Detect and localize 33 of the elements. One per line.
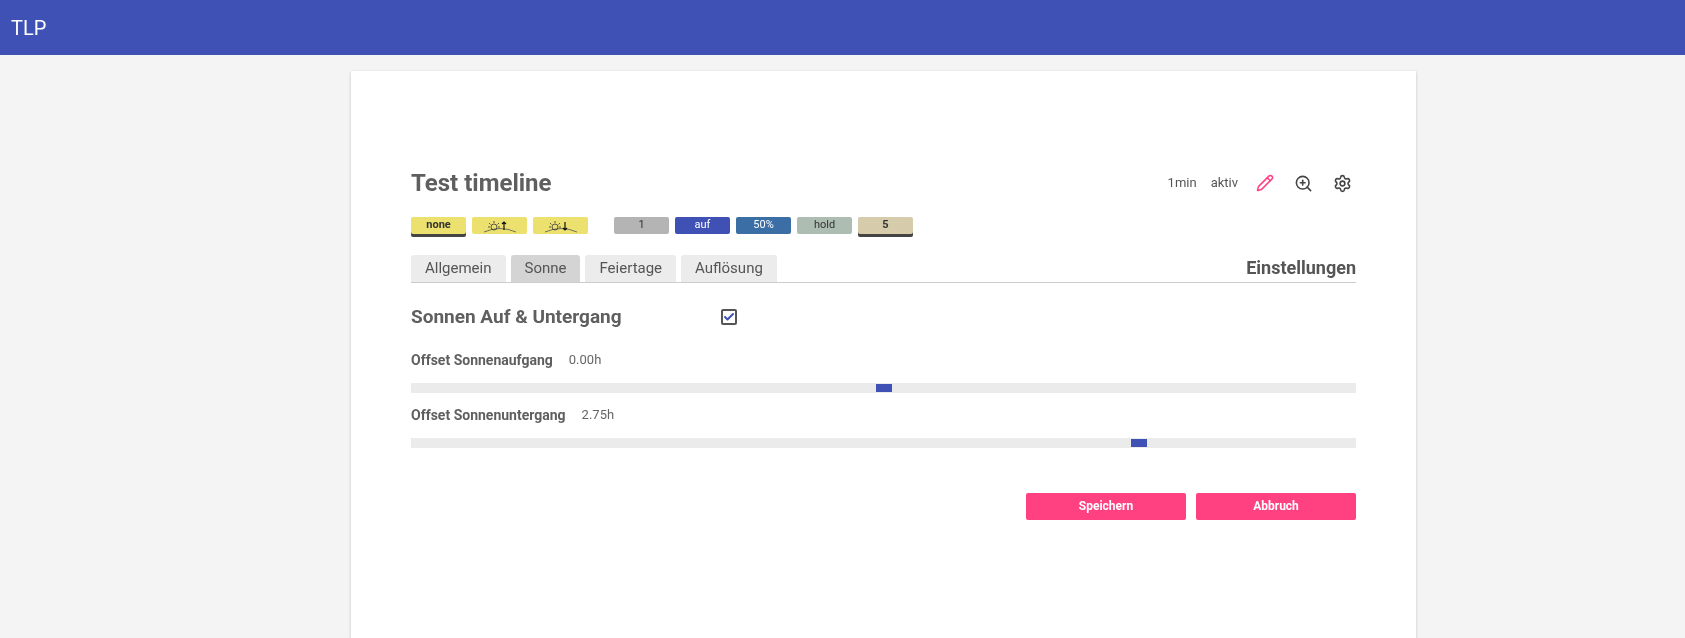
tab[interactable]: Auflösung xyxy=(681,255,777,282)
settings-icon[interactable] xyxy=(1333,173,1352,193)
slider-track[interactable] xyxy=(411,382,1356,393)
slider-value: 2.75h xyxy=(581,406,615,425)
tag[interactable]: 50% xyxy=(736,217,791,234)
tab[interactable]: Allgemein xyxy=(411,255,506,282)
timeline-title: Test timeline xyxy=(411,168,552,199)
zoom-in-icon[interactable] xyxy=(1294,173,1313,193)
tag[interactable]: none xyxy=(411,217,466,234)
status-text: aktiv xyxy=(1210,174,1238,193)
tag[interactable]: 5 xyxy=(858,217,913,234)
tag[interactable] xyxy=(472,217,527,234)
section-heading: Einstellungen xyxy=(1246,256,1356,280)
tab[interactable]: Feiertage xyxy=(585,255,677,282)
section-title: Sonnen Auf & Untergang xyxy=(411,304,623,330)
slider-thumb[interactable] xyxy=(1130,438,1147,447)
action-button[interactable]: Abbruch xyxy=(1196,492,1356,520)
checkbox[interactable] xyxy=(721,309,737,326)
slider-label: Offset Sonnenaufgang xyxy=(411,350,553,370)
edit-icon[interactable] xyxy=(1256,174,1274,192)
tag[interactable]: hold xyxy=(797,217,852,234)
app-title: TLP xyxy=(11,14,47,42)
tag[interactable]: 1 xyxy=(614,217,669,234)
tag[interactable]: auf xyxy=(675,217,730,234)
check-icon xyxy=(723,311,735,324)
action-button[interactable]: Speichern xyxy=(1026,492,1186,520)
slider-track[interactable] xyxy=(411,437,1356,448)
slider-value: 0.00h xyxy=(568,351,602,370)
slider-thumb[interactable] xyxy=(875,383,892,392)
interval-text: 1min xyxy=(1167,174,1197,193)
slider-label: Offset Sonnenuntergang xyxy=(411,405,566,425)
tag[interactable] xyxy=(533,217,588,234)
tab[interactable]: Sonne xyxy=(510,255,581,282)
